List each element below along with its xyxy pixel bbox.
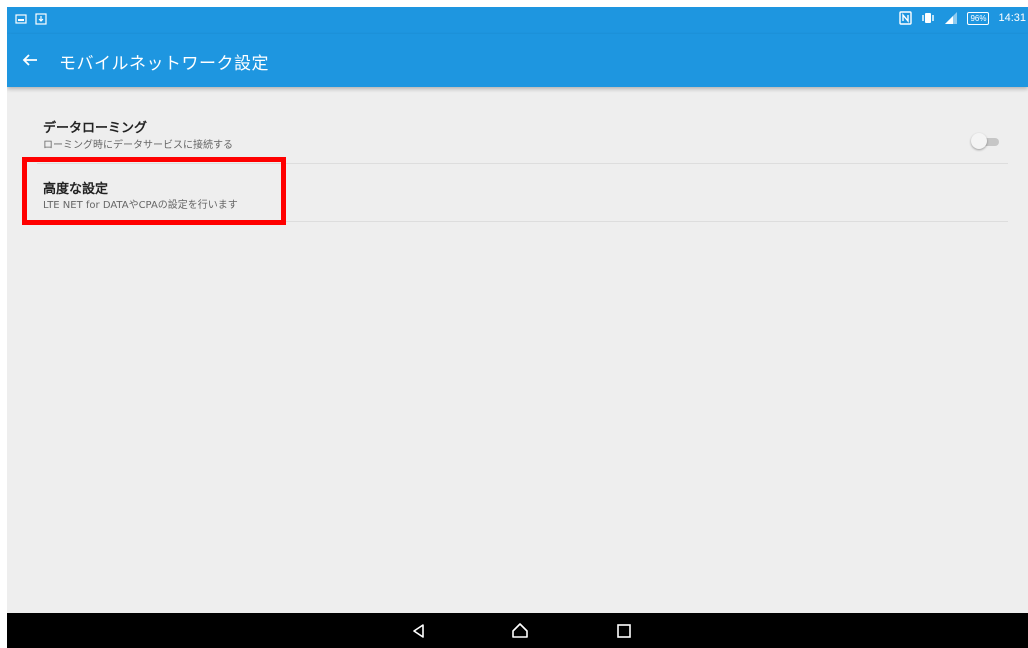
home-icon[interactable] [511,622,529,640]
status-bar: 96% 14:31 [7,7,1028,34]
app-bar: モバイルネットワーク設定 [7,34,1028,87]
setting-title: データローミング [43,121,148,136]
clock: 14:31 [998,12,1026,24]
recents-icon[interactable] [615,622,633,640]
battery-icon: 96% [967,11,990,25]
navigation-bar [7,613,1028,648]
setting-data-roaming[interactable]: データローミング ローミング時にデータサービスに接続する [37,87,1008,164]
nfc-icon [899,11,913,25]
signal-icon [945,12,958,24]
arrow-left-icon[interactable] [18,48,42,72]
data-roaming-toggle[interactable] [971,132,1003,150]
screenshot-icon [15,14,27,24]
toggle-thumb [971,133,987,149]
status-right: 96% 14:31 [899,11,1026,25]
highlight-box [22,157,286,225]
download-icon [35,13,47,25]
back-icon[interactable] [410,622,428,640]
setting-subtitle: ローミング時にデータサービスに接続する [43,140,233,151]
vibrate-icon [922,13,935,23]
status-left [15,13,47,25]
page-title: モバイルネットワーク設定 [59,54,269,74]
device-screen: 96% 14:31 モバイルネットワーク設定 データローミング ローミング時にデ… [7,7,1028,648]
